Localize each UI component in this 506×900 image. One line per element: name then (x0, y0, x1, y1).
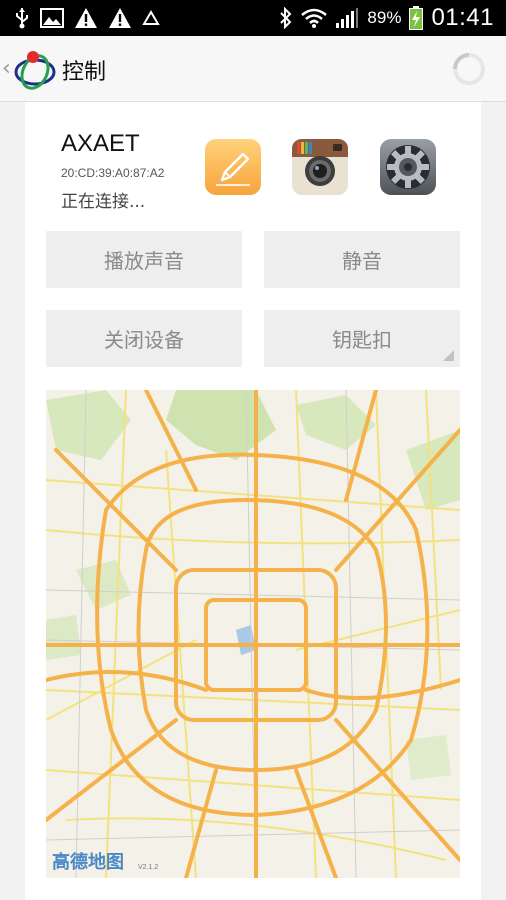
action-bar: ‹ 控制 (0, 36, 506, 102)
map-tiles (46, 390, 460, 878)
warning-icon (75, 8, 97, 28)
back-chevron-icon[interactable]: ‹ (2, 56, 11, 81)
usb-icon (16, 8, 28, 29)
map-version: V2.1.2 (138, 864, 159, 871)
close-device-button[interactable]: 关闭设备 (46, 310, 242, 367)
triangle-outline-icon (142, 10, 160, 25)
notes-pencil-icon[interactable] (204, 138, 262, 196)
close-device-label: 关闭设备 (104, 328, 184, 352)
image-icon (40, 8, 64, 28)
status-bar-right: 89% 01:41 (279, 4, 494, 32)
status-time: 01:41 (431, 4, 494, 31)
battery-charging-icon (409, 6, 424, 30)
device-mac: 20:CD:39:A0:87:A2 (61, 166, 165, 180)
play-sound-button[interactable]: 播放声音 (46, 231, 242, 288)
warning-icon (109, 8, 131, 28)
map-view[interactable]: 高德地图 V2.1.2 (46, 390, 460, 878)
camera-app-icon[interactable] (291, 138, 349, 196)
loading-spinner-icon (453, 53, 485, 85)
status-bar-left (14, 6, 160, 30)
bluetooth-icon (280, 7, 292, 29)
device-card: AXAET 20:CD:39:A0:87:A2 正在连接... 播放声音 静音 … (25, 102, 481, 900)
dropdown-corner-icon (443, 350, 454, 361)
app-logo-icon[interactable] (12, 46, 58, 92)
mute-label: 静音 (342, 249, 382, 273)
play-sound-label: 播放声音 (104, 249, 184, 273)
connection-status: 正在连接... (61, 192, 146, 212)
map-provider-logo: 高德地图 (52, 852, 124, 873)
mute-button[interactable]: 静音 (264, 231, 460, 288)
settings-gear-icon[interactable] (379, 138, 437, 196)
wifi-icon (301, 8, 328, 28)
battery-percent: 89% (367, 8, 402, 27)
keychain-label: 钥匙扣 (332, 328, 392, 352)
page-title: 控制 (62, 60, 107, 85)
status-bar: 89% 01:41 (0, 0, 506, 36)
signal-icon (336, 8, 359, 28)
keychain-select[interactable]: 钥匙扣 (264, 310, 460, 367)
device-name: AXAET (61, 130, 140, 157)
